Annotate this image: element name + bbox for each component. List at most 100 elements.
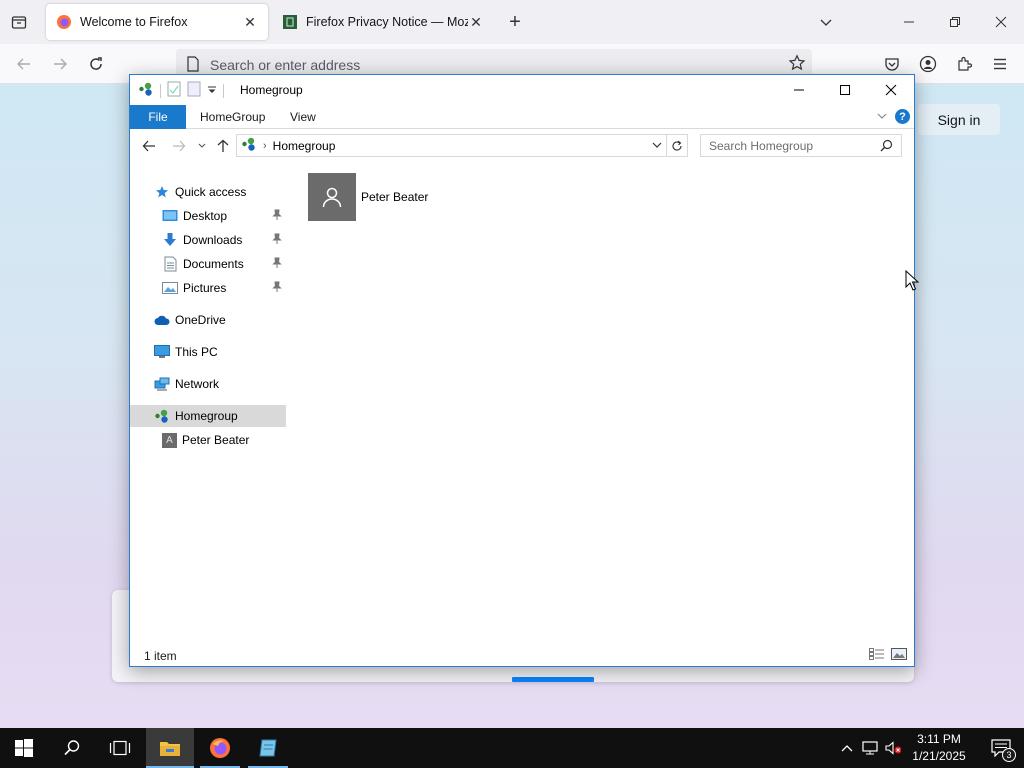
- nav-label: Documents: [183, 257, 244, 271]
- tab-view[interactable]: View: [276, 105, 330, 129]
- network-status-icon[interactable]: [862, 740, 878, 756]
- volume-muted-icon[interactable]: [885, 740, 901, 756]
- close-icon[interactable]: [868, 75, 914, 105]
- computer-icon: [154, 344, 170, 360]
- onboarding-progress: [512, 677, 594, 682]
- pocket-icon[interactable]: [880, 52, 904, 76]
- nav-onedrive[interactable]: OneDrive: [130, 309, 286, 331]
- homegroup-icon: [138, 81, 154, 100]
- search-box[interactable]: [700, 134, 902, 157]
- firefox-favicon-icon: [56, 14, 72, 30]
- customize-toolbar-dropdown-icon[interactable]: [207, 84, 217, 98]
- address-row: › Homegroup: [130, 129, 914, 163]
- network-icon: [154, 376, 170, 392]
- action-center-icon[interactable]: 3: [978, 728, 1024, 768]
- search-icon[interactable]: [48, 728, 96, 768]
- nav-quick-access[interactable]: Quick access: [130, 181, 286, 203]
- search-input[interactable]: [701, 135, 871, 156]
- tab-title: Welcome to Firefox: [80, 15, 188, 29]
- ribbon-tabs: File HomeGroup View ?: [130, 105, 914, 129]
- app-taskbar-icon[interactable]: [244, 728, 292, 768]
- window-title: Homegroup: [240, 83, 303, 97]
- large-icons-view-icon[interactable]: [891, 648, 907, 662]
- browser-tab-bar: Welcome to Firefox ✕ Firefox Privacy Not…: [0, 0, 1024, 44]
- explorer-title-bar[interactable]: Homegroup: [130, 75, 914, 105]
- task-view-icon[interactable]: [96, 728, 144, 768]
- nav-label: Desktop: [183, 209, 228, 223]
- bookmark-star-icon[interactable]: [788, 54, 806, 75]
- show-hidden-icons-chevron-icon[interactable]: [839, 740, 855, 756]
- nav-desktop[interactable]: Desktop: [130, 205, 286, 227]
- nav-label: This PC: [175, 345, 218, 359]
- file-list-area: Peter Beater: [292, 163, 914, 643]
- breadcrumb-separator-icon[interactable]: ›: [263, 140, 267, 152]
- sign-in-button[interactable]: Sign in: [918, 104, 1000, 135]
- mouse-cursor-icon: [905, 269, 920, 295]
- search-icon[interactable]: [880, 139, 893, 155]
- nav-documents[interactable]: Documents: [130, 253, 286, 275]
- new-tab-plus-icon[interactable]: +: [503, 10, 527, 34]
- homegroup-icon: [154, 408, 170, 424]
- nav-homegroup[interactable]: Homegroup: [130, 405, 286, 427]
- list-item[interactable]: Peter Beater: [308, 173, 428, 221]
- url-placeholder: Search or enter address: [210, 57, 361, 73]
- page-favicon-icon: [282, 14, 298, 30]
- tab-homegroup[interactable]: HomeGroup: [186, 105, 279, 129]
- desktop-icon: [162, 208, 178, 224]
- menu-hamburger-icon[interactable]: [988, 52, 1012, 76]
- pin-icon: [272, 209, 282, 224]
- forward-arrow-icon[interactable]: [170, 137, 188, 155]
- close-tab-icon[interactable]: ✕: [468, 14, 484, 30]
- system-clock[interactable]: 3:11 PM 1/21/2025: [906, 731, 972, 765]
- nav-downloads[interactable]: Downloads: [130, 229, 286, 251]
- minimize-icon[interactable]: [776, 75, 822, 105]
- reload-icon[interactable]: [84, 52, 108, 76]
- breadcrumb-homegroup[interactable]: Homegroup: [273, 139, 336, 153]
- back-arrow-icon[interactable]: [140, 137, 158, 155]
- nav-label: Homegroup: [175, 409, 238, 423]
- nav-label: Quick access: [175, 185, 247, 199]
- nav-this-pc[interactable]: This PC: [130, 341, 286, 363]
- tab-welcome[interactable]: Welcome to Firefox ✕: [46, 4, 268, 40]
- restore-icon[interactable]: [943, 10, 967, 34]
- back-arrow-icon[interactable]: [12, 52, 36, 76]
- nav-label: OneDrive: [175, 313, 226, 327]
- document-icon: [162, 256, 178, 272]
- tab-title: Firefox Privacy Notice — Mozill: [306, 15, 468, 29]
- list-all-tabs-icon[interactable]: [814, 10, 838, 34]
- minimize-icon[interactable]: [897, 10, 921, 34]
- help-icon[interactable]: ?: [895, 109, 910, 124]
- tab-privacy-notice[interactable]: Firefox Privacy Notice — Mozill ✕: [272, 4, 494, 40]
- nav-pictures[interactable]: Pictures: [130, 277, 286, 299]
- up-arrow-icon[interactable]: [214, 137, 232, 155]
- account-icon[interactable]: [916, 52, 940, 76]
- nav-network[interactable]: Network: [130, 373, 286, 395]
- pin-icon: [272, 233, 282, 248]
- details-view-icon[interactable]: [869, 648, 885, 662]
- properties-icon[interactable]: [167, 81, 181, 100]
- close-tab-icon[interactable]: ✕: [242, 14, 258, 30]
- extensions-icon[interactable]: [952, 52, 976, 76]
- pin-icon: [272, 257, 282, 272]
- address-dropdown-icon[interactable]: [651, 138, 663, 155]
- refresh-icon[interactable]: [666, 135, 687, 156]
- expand-ribbon-chevron-icon[interactable]: [876, 110, 888, 125]
- nav-peter-beater[interactable]: A Peter Beater: [130, 429, 286, 451]
- start-windows-icon[interactable]: [0, 728, 48, 768]
- homegroup-icon: [241, 136, 257, 155]
- pictures-icon: [162, 280, 178, 296]
- item-name: Peter Beater: [361, 190, 429, 204]
- address-bar[interactable]: › Homegroup: [236, 134, 688, 157]
- firefox-taskbar-icon[interactable]: [196, 728, 244, 768]
- forward-arrow-icon[interactable]: [48, 52, 72, 76]
- cloud-icon: [154, 312, 170, 328]
- close-window-icon[interactable]: [989, 10, 1013, 34]
- recent-locations-chevron-icon[interactable]: [193, 137, 211, 155]
- firefox-view-icon[interactable]: [8, 11, 30, 33]
- quick-access-toolbar: [138, 81, 224, 100]
- maximize-icon[interactable]: [822, 75, 868, 105]
- tab-file[interactable]: File: [130, 105, 186, 129]
- page-icon: [186, 56, 200, 75]
- new-folder-icon[interactable]: [187, 81, 201, 100]
- file-explorer-taskbar-icon[interactable]: [146, 728, 194, 768]
